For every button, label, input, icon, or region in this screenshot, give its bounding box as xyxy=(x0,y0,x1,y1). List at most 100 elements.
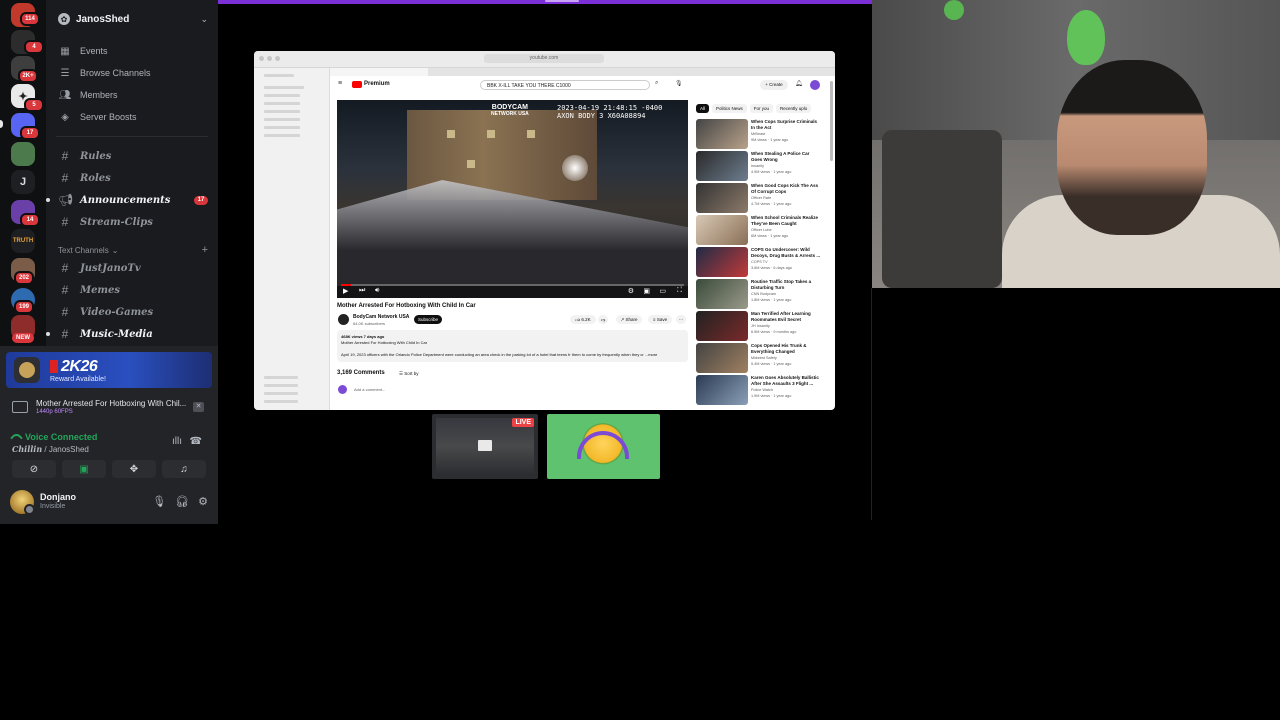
members-icon: 👥︎ xyxy=(58,89,72,101)
channel-announcements[interactable]: 📢︎ Announcements 17 xyxy=(54,190,214,210)
stream-tile-user[interactable] xyxy=(547,414,660,479)
stop-stream-icon[interactable]: ✕ xyxy=(193,402,204,412)
browser-tab[interactable] xyxy=(329,68,428,76)
nav-server-boosts-label: Server Boosts xyxy=(80,112,137,122)
avatar[interactable] xyxy=(10,490,35,515)
screen-share-button[interactable]: ▣ xyxy=(62,460,106,478)
channel-stream-clips-label: Stream-Clips xyxy=(80,216,153,228)
video-player[interactable]: BODYCAM NETWORK USA 2023-04-19 21:48:15 -… xyxy=(337,100,688,298)
sidebar-line xyxy=(264,94,300,97)
nav-members[interactable]: 👥︎ Members xyxy=(54,85,214,105)
youtube-logo-icon[interactable] xyxy=(352,81,362,88)
video-thumbnail xyxy=(696,311,748,341)
window-minimize-icon[interactable] xyxy=(267,56,272,61)
recommended-video[interactable]: Man Terrified After Learning Roommates E… xyxy=(696,311,826,341)
address-bar[interactable]: youtube.com xyxy=(484,54,604,63)
search-icon[interactable]: ⌕ xyxy=(655,80,658,87)
share-button[interactable]: ↗ Share xyxy=(616,315,642,324)
browser-tab[interactable] xyxy=(427,68,531,76)
volume-icon[interactable]: 🔊︎ xyxy=(375,287,379,295)
save-button[interactable]: ≡ Save xyxy=(648,315,672,324)
add-channel-icon[interactable]: + xyxy=(202,244,208,256)
voice-channel-path[interactable]: Chillin / JanosShed xyxy=(12,444,89,454)
reward-banner[interactable]: 2K26 Reward Available! xyxy=(6,352,212,388)
notifications-icon[interactable]: 🔔︎ xyxy=(795,80,803,87)
recommended-video[interactable]: Routine Traffic Stop Takes a Disturbing … xyxy=(696,279,826,309)
channel-video-games[interactable]: # Video-Games xyxy=(54,302,214,322)
microphone-icon[interactable]: 🎙︎ xyxy=(152,495,166,508)
channel-rules[interactable]: # Rules xyxy=(54,146,214,166)
scrollbar[interactable] xyxy=(830,81,833,161)
nav-server-boosts[interactable]: ◈ Server Boosts xyxy=(54,107,214,127)
add-comment-input[interactable]: Add a comment... xyxy=(354,387,385,392)
channel-memes[interactable]: # Memes xyxy=(54,280,214,300)
theater-icon[interactable]: ▭ xyxy=(659,287,666,295)
fullscreen-icon[interactable]: ⛶ xyxy=(677,287,682,295)
nav-browse-channels-label: Browse Channels xyxy=(80,68,151,78)
channel-roles[interactable]: # Roles xyxy=(54,168,214,188)
search-input[interactable]: BBK X-ILL TAKE YOU THERE C1000 xyxy=(480,80,650,90)
rec-title: When Good Cops Kick The Ass Of Corrupt C… xyxy=(751,183,819,194)
video-description[interactable]: 468K views 7 days ago Mother Arrested Fo… xyxy=(337,330,688,362)
nav-events[interactable]: ▦ Events xyxy=(54,41,214,61)
category-text-channels[interactable]: Text Channels ⌄ + xyxy=(58,244,210,256)
next-icon[interactable]: ⏭ xyxy=(359,287,365,295)
guild-header[interactable]: ✿ JanosShed ⌄ xyxy=(46,4,218,34)
create-button[interactable]: + Create xyxy=(760,80,788,90)
window-close-icon[interactable] xyxy=(259,56,264,61)
subscribe-button[interactable]: Subscribe xyxy=(414,315,442,324)
channel-stream-clips[interactable]: # Stream-Clips xyxy=(54,212,214,232)
chip-recently-uploaded[interactable]: Recently uplo xyxy=(776,104,812,113)
chip-all[interactable]: All xyxy=(696,104,710,113)
headphones-icon[interactable]: 🎧︎ xyxy=(175,495,189,508)
server-icon-6[interactable] xyxy=(11,142,35,166)
recommended-video[interactable]: Cops Opened His Trunk & Everything Chang… xyxy=(696,343,826,373)
sidebar-line xyxy=(264,134,300,137)
sidebar-line xyxy=(264,86,304,89)
recommended-video[interactable]: When Stealing A Police Car Goes Wrong In… xyxy=(696,151,826,181)
chip-for-you[interactable]: For you xyxy=(749,104,774,113)
unread-indicator xyxy=(46,198,50,202)
recommended-video[interactable]: COPS Go Undercover: Wild Decoys, Drug Bu… xyxy=(696,247,826,277)
video-frame-window xyxy=(527,130,535,138)
nav-browse-channels[interactable]: ☰ Browse Channels xyxy=(54,63,214,83)
play-icon[interactable]: ▶ xyxy=(343,287,348,295)
browser-toolbar: youtube.com xyxy=(254,51,835,68)
channel-music-media[interactable]: # Music-Media xyxy=(54,324,214,344)
divider xyxy=(871,288,872,520)
server-icon-7[interactable]: J xyxy=(11,170,35,194)
gear-icon[interactable]: ⚙ xyxy=(198,495,208,508)
window-maximize-icon[interactable] xyxy=(275,56,280,61)
recommended-video[interactable]: When Good Cops Kick The Ass Of Corrupt C… xyxy=(696,183,826,213)
rec-meta: 5.4M views · 1 year ago xyxy=(751,362,792,366)
server-icon-9[interactable]: TRUTH xyxy=(11,229,35,253)
avatar[interactable] xyxy=(810,80,820,90)
miniplayer-icon[interactable]: ▣ xyxy=(643,287,650,295)
hash-icon: # xyxy=(61,283,69,297)
more-icon[interactable]: ⋯ xyxy=(676,315,686,324)
camera-off-button[interactable]: ⊘ xyxy=(12,460,56,478)
recommended-video[interactable]: When Cops Surprise Criminals In the Act … xyxy=(696,119,826,149)
menu-icon[interactable]: ≡ xyxy=(338,80,342,87)
channel-name[interactable]: BodyCam Network USA xyxy=(353,314,409,320)
channel-justjanotv[interactable]: # JustJanoTv xyxy=(54,258,214,278)
like-button[interactable]: 👍︎ 6.2K xyxy=(570,315,596,324)
stream-status[interactable]: Mother Arrested For Hotboxing With Chil.… xyxy=(6,394,212,420)
browser-tab[interactable] xyxy=(530,68,634,76)
browser-tab[interactable] xyxy=(633,68,737,76)
recommended-video[interactable]: When School Criminals Realize They've Be… xyxy=(696,215,826,245)
window-drag-handle[interactable] xyxy=(545,0,579,2)
recommended-video[interactable]: Karen Goes Absolutely Ballistic After Sh… xyxy=(696,375,826,405)
voice-search-icon[interactable]: 🎙︎ xyxy=(675,80,683,87)
chip-politics-news[interactable]: Politics News xyxy=(712,104,747,113)
disconnect-icon[interactable]: ☎ xyxy=(190,436,202,447)
soundboard-button[interactable]: ♫ xyxy=(162,460,206,478)
activities-button[interactable]: ✥ xyxy=(112,460,156,478)
stream-tile-screen[interactable]: LIVE xyxy=(432,414,538,479)
noise-suppression-icon[interactable]: ıllı xyxy=(172,436,182,447)
dislike-button[interactable]: 👎︎ xyxy=(598,315,608,324)
channel-avatar[interactable] xyxy=(338,314,349,325)
settings-icon[interactable]: ⚙ xyxy=(628,287,634,295)
server-badge-8: 202 xyxy=(14,271,34,285)
sort-by-button[interactable]: ☰ Sort by xyxy=(399,371,419,377)
